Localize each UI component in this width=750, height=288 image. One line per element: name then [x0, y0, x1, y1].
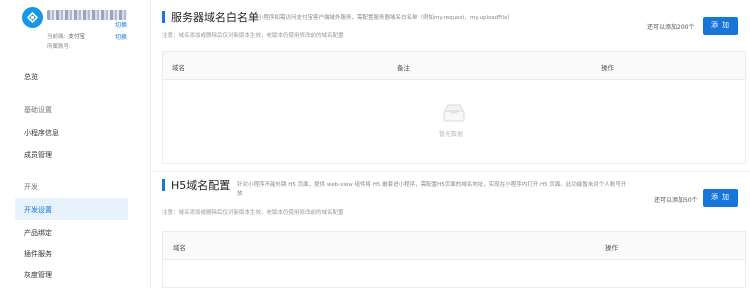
- nav-group-basic: 基础设置: [24, 106, 52, 114]
- whitelist-note: 注意：域名添加或删除后仅对新版本生效，老版本仍使用修改前的域名配置: [162, 33, 344, 39]
- col-action: 操作: [605, 244, 618, 252]
- nav-overview[interactable]: 总览: [24, 72, 38, 82]
- current-end-value: 支付宝: [68, 34, 85, 40]
- account-panel: 切换 当前端: 支付宝 切换 所属账号:: [22, 4, 142, 50]
- account-name-redacted: [47, 10, 127, 20]
- h5-add-button[interactable]: 添 加: [703, 189, 738, 207]
- owner-account-label: 所属账号:: [47, 44, 71, 50]
- whitelist-description: 小程序如需访问支付宝客户端域外服务，需配置服务器域名白名单（例如my.reque…: [258, 15, 513, 21]
- switch-account-link[interactable]: 切换: [115, 20, 127, 29]
- nav-dev-settings[interactable]: 开发设置: [24, 205, 52, 215]
- h5-description: 针对小程序不能外跳 H5 页面，提供 web-view 组件将 H5 嵌套进小程…: [237, 182, 627, 197]
- h5-table-header: 域名 操作: [163, 232, 745, 260]
- nav-plugin-service[interactable]: 插件服务: [24, 249, 52, 259]
- nav-member-mgmt[interactable]: 成员管理: [24, 150, 52, 160]
- app-logo-icon: [22, 7, 43, 28]
- nav-gray-mgmt[interactable]: 灰度管理: [24, 270, 52, 280]
- empty-inbox-icon: [442, 103, 466, 127]
- section-marker: [162, 11, 165, 23]
- whitelist-title: 服务器域名白名单: [171, 11, 259, 24]
- section-marker: [162, 179, 165, 191]
- col-action: 操作: [601, 64, 614, 72]
- whitelist-table: 域名 备注 操作 暂无数据: [162, 51, 746, 164]
- h5-domain-card: H5域名配置 针对小程序不能外跳 H5 页面，提供 web-view 组件将 H…: [151, 172, 750, 288]
- switch-end-link[interactable]: 切换: [115, 32, 127, 41]
- whitelist-quota: 还可以添加200个: [647, 24, 695, 31]
- nav-group-dev: 开发: [24, 183, 38, 191]
- col-remark: 备注: [397, 64, 410, 72]
- sidebar: 切换 当前端: 支付宝 切换 所属账号: 总览 基础设置 小程序信息 成员管理 开…: [0, 0, 151, 288]
- h5-note: 注意：域名添加或删除后仅对新版本生效，老版本仍使用修改前的域名配置: [162, 210, 344, 216]
- whitelist-card: 服务器域名白名单 小程序如需访问支付宝客户端域外服务，需配置服务器域名白名单（例…: [151, 0, 750, 171]
- col-domain: 域名: [172, 64, 185, 72]
- whitelist-empty-text: 暂无数据: [439, 131, 464, 138]
- h5-table: 域名 操作: [162, 231, 746, 288]
- nav-product-binding[interactable]: 产品绑定: [24, 228, 52, 238]
- current-end-line: 当前端: 支付宝: [47, 32, 85, 40]
- whitelist-add-button[interactable]: 添 加: [703, 17, 738, 35]
- col-domain: 域名: [173, 244, 186, 252]
- whitelist-table-header: 域名 备注 操作: [163, 52, 745, 80]
- current-end-label: 当前端:: [47, 34, 66, 40]
- h5-title: H5域名配置: [171, 179, 231, 192]
- h5-quota: 还可以添加50个: [654, 197, 698, 204]
- nav-miniapp-info[interactable]: 小程序信息: [24, 128, 59, 138]
